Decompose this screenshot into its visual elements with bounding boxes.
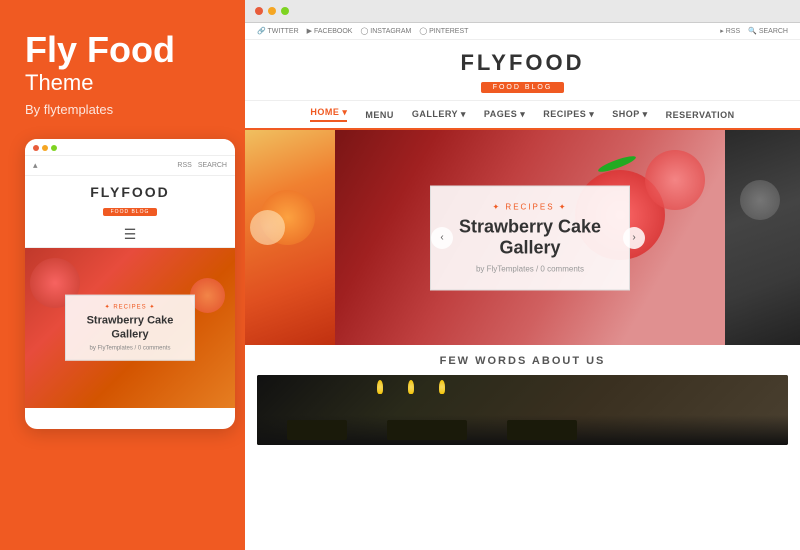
mobile-logo: FLYFOOD: [25, 184, 235, 200]
browser-dot-red: [255, 7, 263, 15]
search-link[interactable]: 🔍 SEARCH: [748, 27, 788, 35]
hero-card: ✦ RECIPES ✦ Strawberry Cake Gallery by F…: [430, 185, 630, 290]
nav-recipes[interactable]: RECIPES ▾: [543, 109, 594, 120]
hero-right-thumb: [725, 130, 800, 345]
mobile-logo-badge: FOOD BLOG: [103, 208, 158, 216]
social-links: 🔗 TWITTER ▶ FACEBOOK ◯ INSTAGRAM ◯ PINTE…: [257, 27, 468, 35]
hero-main: ✦ RECIPES ✦ Strawberry Cake Gallery by F…: [335, 130, 725, 345]
theme-title: Fly Food Theme: [25, 30, 175, 102]
slider-next-button[interactable]: ›: [623, 227, 645, 249]
nav-reservation[interactable]: RESERVATION: [666, 110, 735, 120]
mobile-nav-bar: ▴ RSS SEARCH: [25, 156, 235, 176]
pinterest-link[interactable]: ◯ PINTEREST: [419, 27, 468, 35]
mobile-recipes-label: ✦ RECIPES ✦: [76, 303, 184, 310]
mobile-hero: ✦ RECIPES ✦ Strawberry Cake Gallery by F…: [25, 248, 235, 408]
about-title: FEW WORDS ABOUT US: [257, 355, 788, 367]
browser-dot-green: [281, 7, 289, 15]
facebook-link[interactable]: ▶ FACEBOOK: [307, 27, 353, 35]
hero-left-thumb: [245, 130, 335, 345]
hero-recipes-label: ✦ RECIPES ✦: [451, 202, 609, 211]
mobile-top-links: RSS SEARCH: [177, 162, 227, 169]
mobile-dot-green: [51, 145, 57, 151]
mobile-window-dots: [33, 145, 57, 151]
nav-home[interactable]: HOME ▾: [310, 107, 347, 122]
twitter-link[interactable]: 🔗 TWITTER: [257, 27, 299, 35]
about-image: [257, 375, 788, 445]
browser-chrome: [245, 0, 800, 23]
nav-pages[interactable]: PAGES ▾: [484, 109, 525, 120]
mobile-hero-title: Strawberry Cake Gallery: [76, 313, 184, 342]
top-right-links: ▸ RSS 🔍 SEARCH: [720, 27, 788, 35]
rss-link[interactable]: ▸ RSS: [720, 27, 740, 35]
mobile-top-bar: [25, 139, 235, 156]
mobile-rss-link[interactable]: RSS: [177, 162, 191, 169]
main-nav: HOME ▾ MENU GALLERY ▾ PAGES ▾ RECIPES ▾ …: [245, 101, 800, 130]
author-label: By flytemplates: [25, 102, 113, 117]
social-bar: 🔗 TWITTER ▶ FACEBOOK ◯ INSTAGRAM ◯ PINTE…: [245, 23, 800, 40]
mobile-mockup: ▴ RSS SEARCH FLYFOOD FOOD BLOG ☰ ✦ RECIP…: [25, 139, 235, 429]
hero-by-line: by FlyTemplates / 0 comments: [451, 264, 609, 273]
nav-shop[interactable]: SHOP ▾: [612, 109, 647, 120]
logo-bar: FLYFOOD FOOD BLOG: [245, 40, 800, 101]
browser-dot-yellow: [268, 7, 276, 15]
hero-title: Strawberry Cake Gallery: [451, 216, 609, 258]
instagram-link[interactable]: ◯ INSTAGRAM: [360, 27, 411, 35]
site-logo[interactable]: FLYFOOD: [245, 50, 800, 76]
about-section: FEW WORDS ABOUT US: [245, 345, 800, 451]
share-icon: ▴: [33, 160, 38, 171]
nav-gallery[interactable]: GALLERY ▾: [412, 109, 466, 120]
website-preview: 🔗 TWITTER ▶ FACEBOOK ◯ INSTAGRAM ◯ PINTE…: [245, 23, 800, 550]
site-logo-badge: FOOD BLOG: [481, 82, 565, 93]
mobile-dot-yellow: [42, 145, 48, 151]
hero-slider: ✦ RECIPES ✦ Strawberry Cake Gallery by F…: [245, 130, 800, 345]
mobile-hero-by: by FlyTemplates / 0 comments: [76, 346, 184, 352]
left-panel: Fly Food Theme By flytemplates ▴ RSS SEA…: [0, 0, 245, 550]
nav-menu[interactable]: MENU: [365, 110, 394, 120]
right-panel: 🔗 TWITTER ▶ FACEBOOK ◯ INSTAGRAM ◯ PINTE…: [245, 0, 800, 550]
mobile-search-link[interactable]: SEARCH: [198, 162, 227, 169]
mobile-dot-red: [33, 145, 39, 151]
mobile-hamburger-icon[interactable]: ☰: [25, 222, 235, 248]
mobile-logo-area: FLYFOOD FOOD BLOG: [25, 176, 235, 222]
slider-prev-button[interactable]: ‹: [431, 227, 453, 249]
mobile-hero-card: ✦ RECIPES ✦ Strawberry Cake Gallery by F…: [65, 294, 195, 361]
